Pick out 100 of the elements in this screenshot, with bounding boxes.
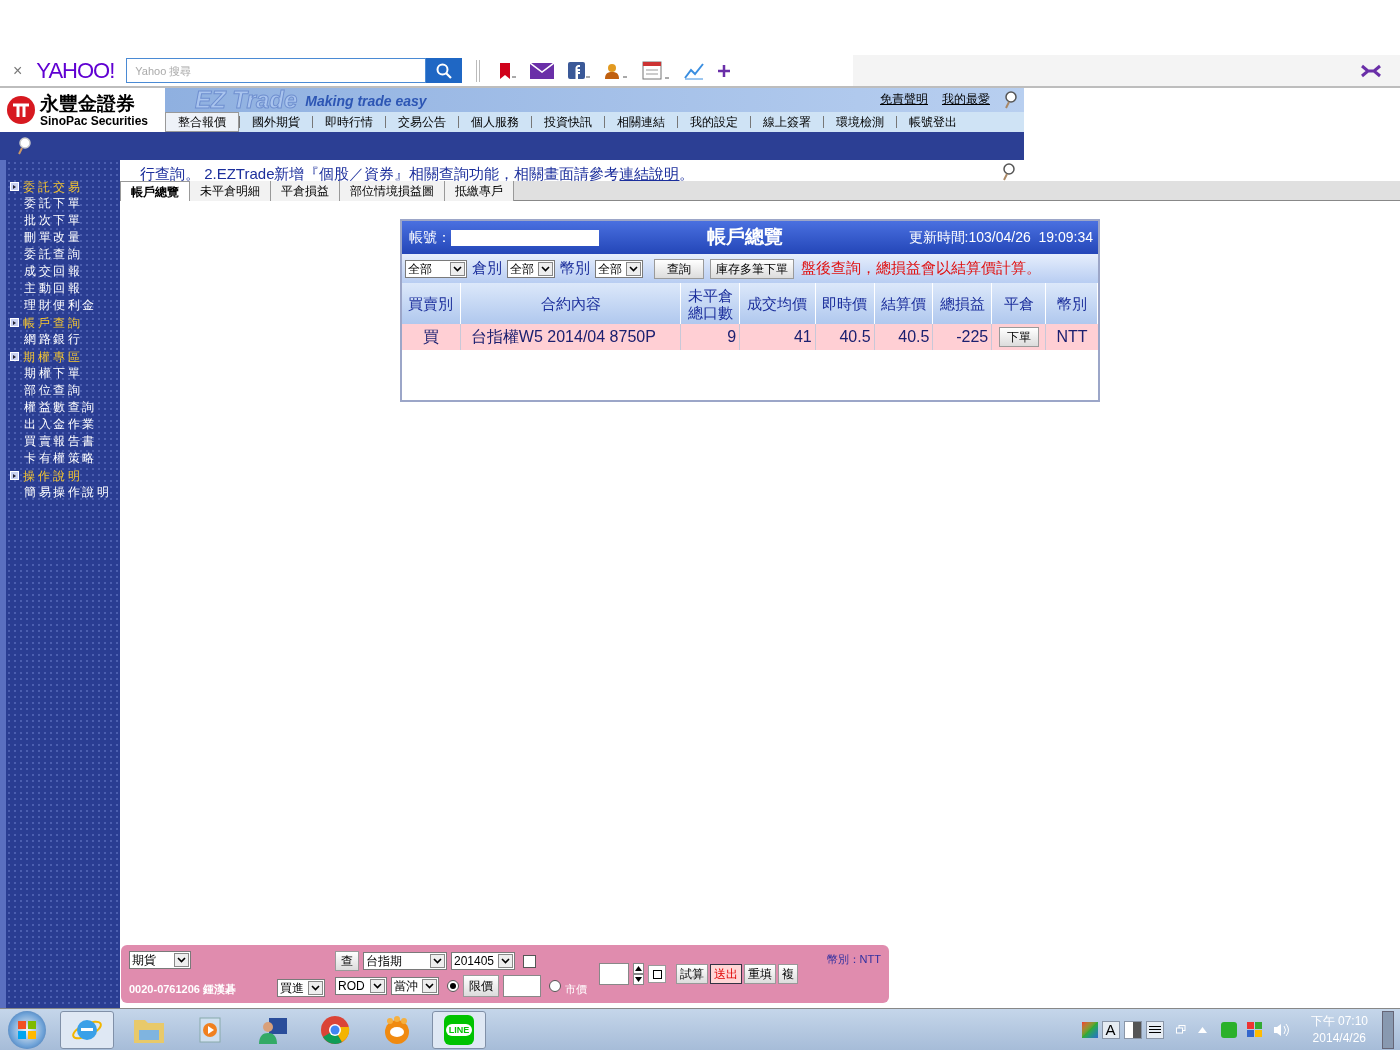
checkbox[interactable] xyxy=(523,954,536,968)
nav-item[interactable]: 國外期貨 xyxy=(240,112,312,132)
order-action-button[interactable]: 送出 xyxy=(710,964,742,984)
plus-icon[interactable] xyxy=(718,64,731,77)
nav-item[interactable]: 我的設定 xyxy=(678,112,750,132)
ime-mode-button[interactable]: A xyxy=(1101,1020,1120,1039)
sidebar-item[interactable]: 理財便利金 xyxy=(24,297,120,314)
close-button[interactable]: × xyxy=(13,58,23,83)
tab[interactable]: 部位情境損益圖 xyxy=(340,181,445,201)
sidebar-item[interactable]: 出入金作業 xyxy=(24,416,120,433)
month-select[interactable]: 201405 xyxy=(451,952,515,970)
sidebar-item[interactable]: 主動回報 xyxy=(24,280,120,297)
ime-menu-icon[interactable] xyxy=(1145,1020,1164,1039)
nav-item[interactable]: 帳號登出 xyxy=(897,112,969,132)
expand-icon[interactable] xyxy=(10,318,19,327)
sidebar-item[interactable]: 權益數查詢 xyxy=(24,399,120,416)
side-select[interactable]: 買進 xyxy=(277,979,325,997)
nav-item[interactable]: 個人服務 xyxy=(459,112,531,132)
tab[interactable]: 帳戶總覽 xyxy=(120,181,190,201)
facebook-icon[interactable] xyxy=(568,61,591,80)
bookmark-icon[interactable] xyxy=(498,61,517,80)
filter-select[interactable]: 全部 xyxy=(595,259,643,278)
query-button[interactable]: 查詢 xyxy=(654,258,704,279)
radio-button[interactable] xyxy=(447,980,459,992)
colored-squares-icon[interactable] xyxy=(1246,1021,1263,1038)
calendar-icon[interactable] xyxy=(642,60,671,81)
tab[interactable]: 平倉損益 xyxy=(271,181,340,201)
day-trade-select[interactable]: 當沖 xyxy=(391,977,439,995)
expand-icon[interactable] xyxy=(10,352,19,361)
nav-item[interactable]: 即時行情 xyxy=(313,112,385,132)
yahoo-logo[interactable]: YAHOO! xyxy=(36,54,115,87)
nav-item[interactable]: 環境檢測 xyxy=(824,112,896,132)
expand-icon[interactable] xyxy=(10,471,19,480)
sidebar-item[interactable]: 部位查詢 xyxy=(24,382,120,399)
nav-item[interactable]: 整合報價 xyxy=(165,112,239,132)
nav-item[interactable]: 交易公告 xyxy=(386,112,458,132)
quantity-field[interactable] xyxy=(599,963,629,985)
user-icon[interactable] xyxy=(604,61,629,80)
contract-select[interactable]: 台指期 xyxy=(363,952,447,970)
sidebar-item[interactable]: 網路銀行 xyxy=(24,331,120,348)
column-header: 合約內容 xyxy=(540,295,601,312)
sidebar-item[interactable]: 買賣報告書 xyxy=(24,433,120,450)
contract-query-button[interactable]: 查 xyxy=(335,951,359,971)
input-method-icon[interactable] xyxy=(1081,1021,1098,1038)
sidebar-section[interactable]: 帳戶查詢 xyxy=(23,313,83,332)
expand-icon[interactable] xyxy=(10,182,19,191)
account-field[interactable] xyxy=(451,229,599,246)
magnifier-icon[interactable] xyxy=(1002,163,1016,181)
show-desktop-button[interactable] xyxy=(1382,1010,1394,1049)
price-field[interactable] xyxy=(503,975,541,997)
nav-item[interactable]: 投資快訊 xyxy=(532,112,604,132)
nav-item[interactable]: 線上簽署 xyxy=(751,112,823,132)
order-action-button[interactable]: 重填 xyxy=(744,964,776,984)
sidebar-item[interactable]: 期權下單 xyxy=(24,365,120,382)
sidebar-section[interactable]: 委託交易 xyxy=(23,177,83,196)
sidebar-section[interactable]: 期權專區 xyxy=(23,347,83,366)
header-link[interactable]: 免責聲明 xyxy=(880,90,928,108)
filter-select[interactable]: 全部 xyxy=(507,259,555,278)
nav-item[interactable]: 相關連結 xyxy=(605,112,677,132)
chart-icon[interactable] xyxy=(684,61,705,80)
up-arrow-icon[interactable] xyxy=(633,963,644,974)
sidebar-section[interactable]: 操作說明 xyxy=(23,466,83,485)
sidebar-item[interactable]: 委託查詢 xyxy=(24,246,120,263)
down-arrow-icon[interactable] xyxy=(633,974,644,985)
order-action-button[interactable]: 試算 xyxy=(676,964,708,984)
search-button[interactable] xyxy=(426,58,463,83)
order-action-button[interactable]: 複 xyxy=(778,964,798,984)
header-link[interactable]: 我的最愛 xyxy=(942,90,990,108)
type-select[interactable]: 全部 xyxy=(405,259,467,278)
radio-button[interactable] xyxy=(549,980,561,992)
after-hours-note: 盤後查詢，總損益會以結算價計算。 xyxy=(801,258,1041,279)
bulk-order-button[interactable]: 庫存多筆下單 xyxy=(710,258,794,279)
sidebar-item[interactable]: 批次下單 xyxy=(24,212,120,229)
sidebar-item[interactable]: 簡易操作說明 xyxy=(24,484,120,501)
limit-price-button[interactable]: 限價 xyxy=(463,975,499,997)
sidebar-item[interactable]: 卡有權策略 xyxy=(24,450,120,467)
taskbar-app[interactable] xyxy=(60,1010,114,1049)
start-button[interactable] xyxy=(8,1010,46,1049)
column-header: 平倉 xyxy=(1003,295,1034,312)
windows-logo-icon xyxy=(18,1020,36,1039)
column-header: 幣別 xyxy=(1056,295,1087,312)
mail-icon[interactable] xyxy=(530,62,555,79)
column-header: 成交均價 xyxy=(747,295,808,312)
square-icon[interactable] xyxy=(648,965,666,983)
order-button[interactable]: 下單 xyxy=(998,327,1039,347)
sidebar-item[interactable]: 刪單改量 xyxy=(24,229,120,246)
order-type-select[interactable]: ROD xyxy=(335,977,387,995)
product-select[interactable]: 期貨 xyxy=(129,951,191,969)
half-width-icon[interactable] xyxy=(1123,1020,1142,1039)
magnifier-icon[interactable] xyxy=(1004,91,1018,109)
sidebar-item[interactable]: 委託下單 xyxy=(24,195,120,212)
notice-link[interactable]: 連結說明 xyxy=(619,165,680,182)
tab[interactable]: 抵繳專戶 xyxy=(445,181,514,201)
brand-english-name: SinoPac Securities xyxy=(40,114,149,127)
tab[interactable]: 未平倉明細 xyxy=(190,181,271,201)
search-field[interactable]: Yahoo 搜尋 xyxy=(126,58,427,83)
search-icon xyxy=(436,62,453,79)
sidebar-item[interactable]: 成交回報 xyxy=(24,263,120,280)
magnifier-icon xyxy=(16,137,32,155)
line-app-icon: LINE xyxy=(444,1014,474,1045)
